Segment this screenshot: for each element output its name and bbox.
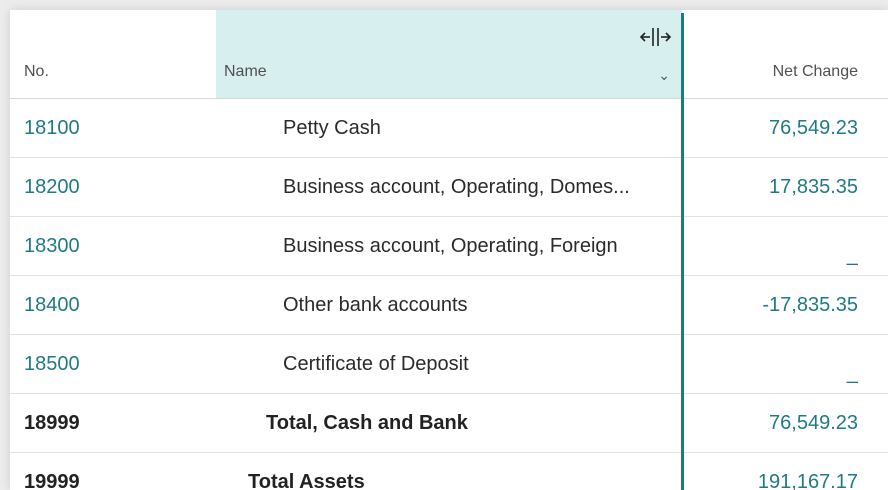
net-change-link[interactable]: 76,549.23 [769,117,858,140]
table-row[interactable]: 18100 Petty Cash 76,549.23 [10,99,888,158]
net-change-link[interactable]: -17,835.35 [762,294,858,317]
account-name: Certificate of Deposit [283,352,469,375]
table-row-total[interactable]: 18999 Total, Cash and Bank 76,549.23 [10,394,888,453]
account-no-link[interactable]: 18400 [24,294,80,317]
net-change-empty-link[interactable]: _ [847,226,858,267]
account-name: Total, Cash and Bank [266,411,468,434]
table-row[interactable]: 18200 Business account, Operating, Domes… [10,158,888,217]
account-name: Total Assets [248,470,365,490]
table-row-total[interactable]: 19999 Total Assets 191,167.17 [10,453,888,490]
account-no-link[interactable]: 18100 [24,117,80,140]
column-header-no-label: No. [24,63,49,80]
chart-of-accounts-grid: No. Name ⌄ Net Change 18100 Petty Cash 7… [10,10,888,490]
grid-header-row: No. Name ⌄ Net Change [10,10,888,99]
column-header-net-change[interactable]: Net Change [682,10,858,98]
account-name: Petty Cash [283,116,381,139]
account-grid-window: No. Name ⌄ Net Change 18100 Petty Cash 7… [10,10,888,490]
account-no-link[interactable]: 18200 [24,176,80,199]
column-header-no[interactable]: No. [24,10,204,98]
account-name: Business account, Operating, Domes... [283,175,630,198]
table-row[interactable]: 18500 Certificate of Deposit _ [10,335,888,394]
account-no-link[interactable]: 18500 [24,353,80,376]
net-change-link[interactable]: 76,549.23 [769,412,858,435]
column-resize-icon[interactable] [638,26,674,48]
account-no: 19999 [24,470,80,490]
column-header-name-label: Name [224,63,267,80]
table-row[interactable]: 18300 Business account, Operating, Forei… [10,217,888,276]
account-no-link[interactable]: 18300 [24,235,80,258]
net-change-empty-link[interactable]: _ [847,344,858,385]
account-name: Other bank accounts [283,293,468,316]
net-change-link[interactable]: 191,167.17 [758,471,858,490]
column-resize-handle[interactable] [681,13,684,490]
net-change-link[interactable]: 17,835.35 [769,176,858,199]
chevron-down-icon[interactable]: ⌄ [658,68,670,82]
account-name: Business account, Operating, Foreign [283,234,618,257]
column-header-name[interactable]: Name ⌄ [216,10,682,98]
account-no: 18999 [24,411,80,434]
table-row[interactable]: 18400 Other bank accounts -17,835.35 [10,276,888,335]
column-header-net-change-label: Net Change [772,63,858,80]
